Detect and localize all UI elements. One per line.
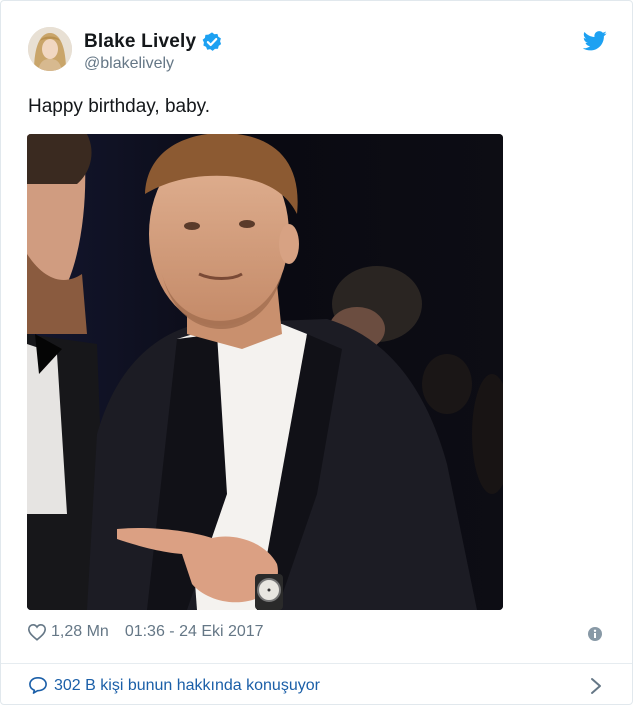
conversation-link[interactable]: 302 B kişi bunun hakkında konuşuyor [1, 664, 632, 706]
like-count[interactable]: 1,28 Mn [51, 623, 109, 641]
author-name-row[interactable]: Blake Lively [84, 31, 223, 53]
info-icon[interactable] [588, 627, 602, 641]
tweet-photo[interactable] [27, 134, 503, 610]
twitter-bird-icon[interactable] [582, 30, 607, 52]
chevron-right-icon[interactable] [590, 677, 602, 695]
tweet-meta-row: 1,28 Mn 01:36 - 24 Eki 2017 [27, 623, 264, 641]
verified-badge-icon [201, 31, 223, 53]
tweet-card: Blake Lively @blakelively Happy birthday… [0, 0, 633, 705]
avatar[interactable] [28, 27, 72, 71]
tweet-timestamp[interactable]: 01:36 - 24 Eki 2017 [125, 623, 264, 641]
display-name[interactable]: Blake Lively [84, 31, 196, 53]
chat-bubble-icon [28, 676, 48, 694]
tweet-text: Happy birthday, baby. [28, 96, 211, 117]
heart-icon[interactable] [27, 623, 47, 641]
user-handle[interactable]: @blakelively [84, 55, 174, 73]
conversation-label[interactable]: 302 B kişi bunun hakkında konuşuyor [54, 677, 320, 695]
